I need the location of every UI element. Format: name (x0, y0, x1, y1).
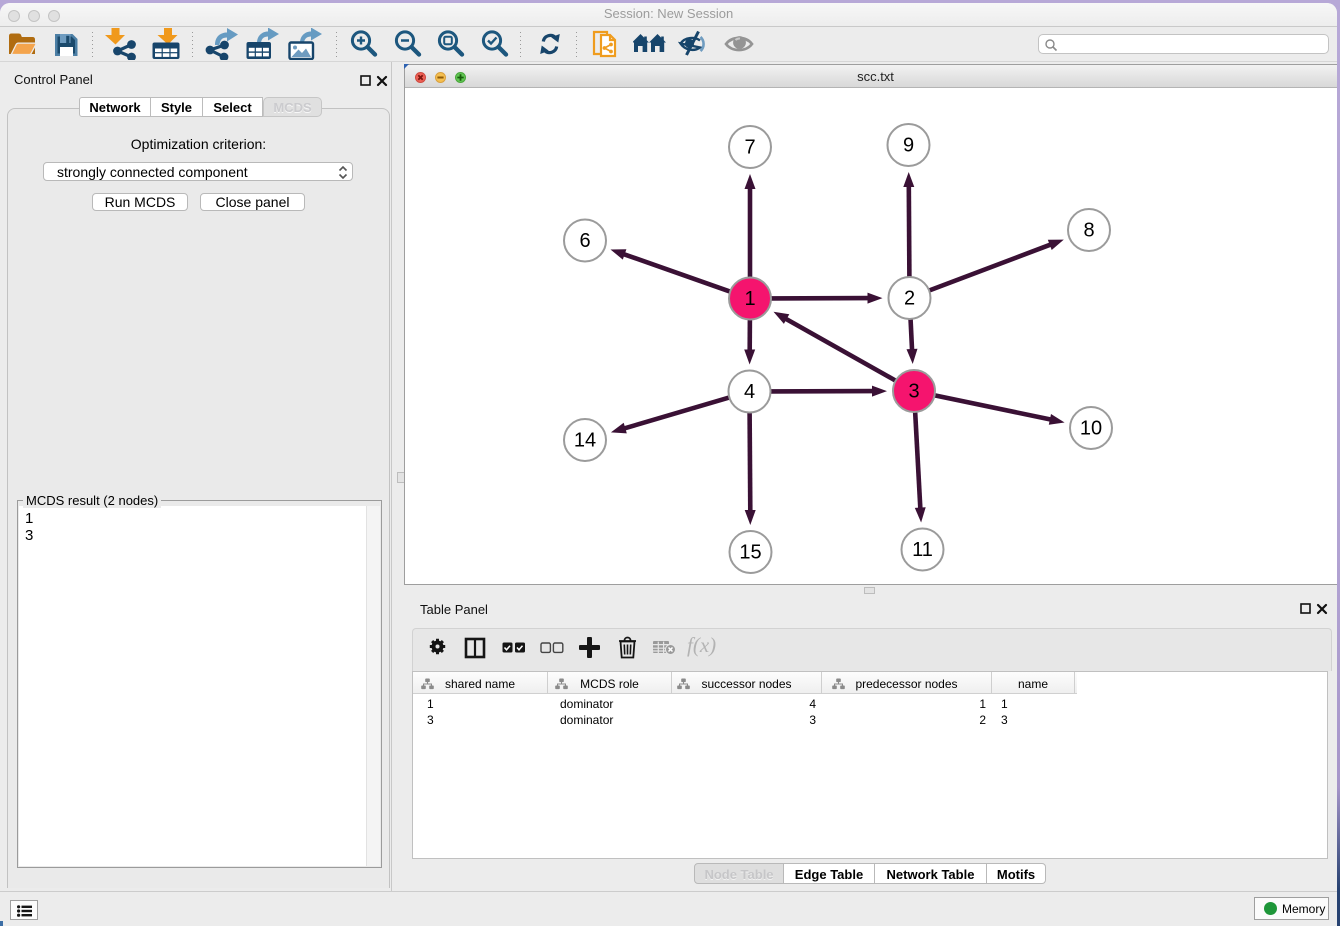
svg-text:7: 7 (744, 137, 755, 159)
svg-text:15: 15 (739, 542, 761, 564)
svg-text:14: 14 (574, 430, 596, 452)
svg-text:4: 4 (744, 381, 755, 403)
svg-text:6: 6 (579, 230, 590, 252)
svg-text:10: 10 (1080, 418, 1102, 440)
svg-text:1: 1 (744, 288, 755, 310)
svg-text:9: 9 (903, 135, 914, 157)
svg-text:11: 11 (912, 539, 933, 561)
svg-text:3: 3 (908, 381, 919, 403)
svg-text:2: 2 (904, 288, 915, 310)
svg-text:8: 8 (1083, 220, 1094, 242)
